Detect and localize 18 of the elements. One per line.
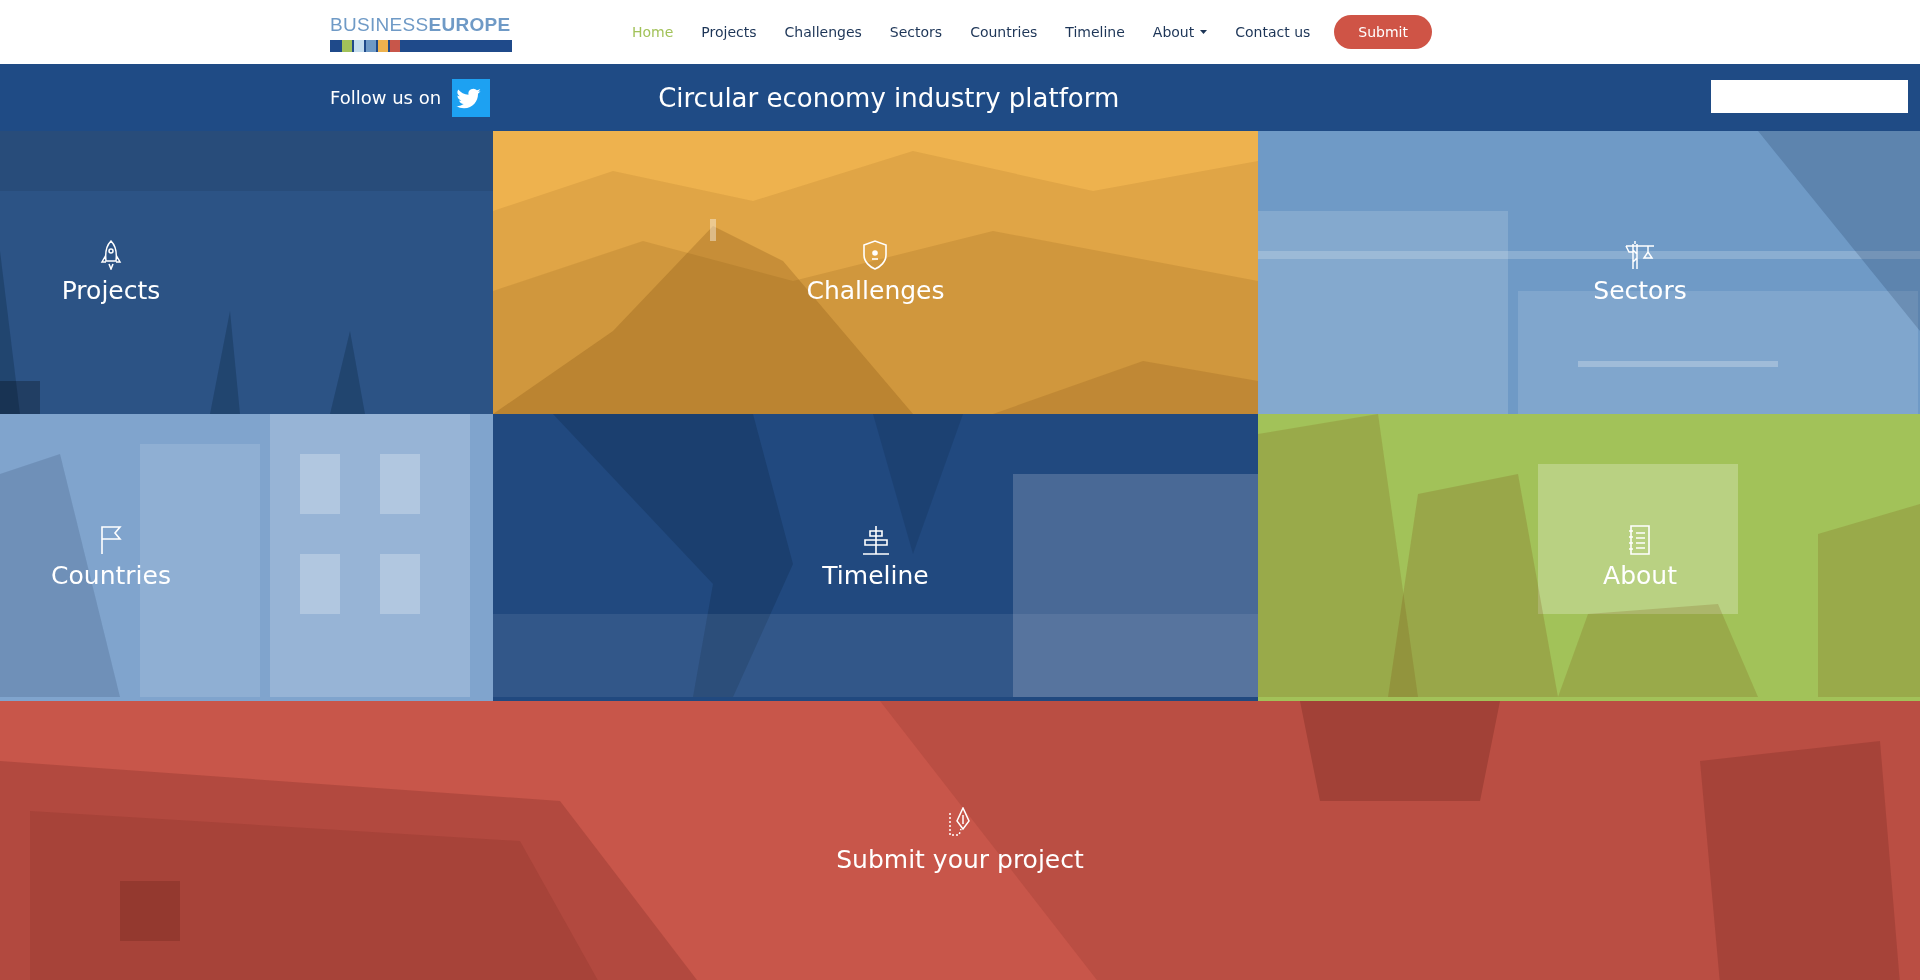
pen-nib-icon — [947, 807, 973, 839]
submit-tile[interactable]: Submit your project — [0, 701, 1920, 980]
submit-button[interactable]: Submit — [1334, 15, 1432, 49]
nav-link[interactable]: Contact us — [1221, 24, 1325, 40]
site-title: Circular economy industry platform — [658, 82, 1120, 113]
tile-label: Submit your project — [836, 845, 1084, 874]
nav-link[interactable]: Timeline — [1051, 24, 1139, 40]
tile-label: Sectors — [1593, 276, 1687, 305]
logo-stripe-icon — [330, 39, 512, 52]
nav-link[interactable]: Challenges — [770, 24, 876, 40]
bird-icon[interactable] — [452, 78, 491, 117]
crane-icon — [1624, 240, 1656, 270]
nav-link[interactable]: Countries — [956, 24, 1052, 40]
nav-link[interactable]: About — [1138, 24, 1222, 40]
follow-label: Follow us on — [330, 87, 442, 108]
nav-link[interactable]: Projects — [687, 24, 771, 40]
search-field[interactable] — [1711, 80, 1908, 113]
nav-link[interactable]: Sectors — [875, 24, 957, 40]
